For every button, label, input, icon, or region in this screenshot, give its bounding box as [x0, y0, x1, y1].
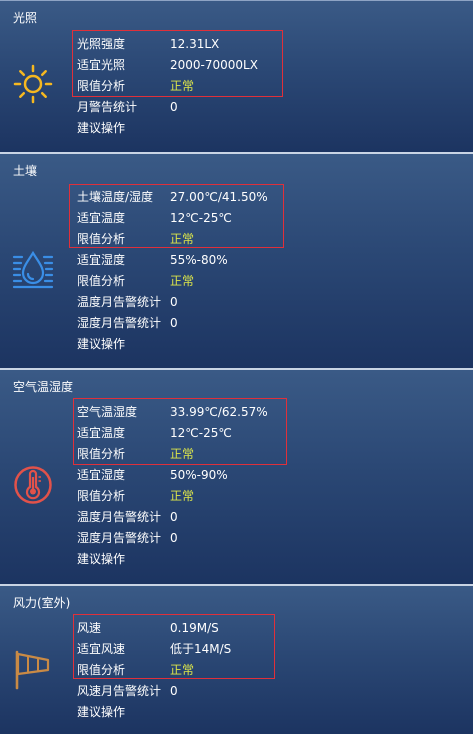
- row-label: 适宜光照: [77, 58, 126, 72]
- row-label: 风速: [77, 621, 102, 635]
- row-label: 限值分析: [77, 232, 126, 246]
- row-value: 0: [170, 684, 178, 698]
- row-label: 适宜湿度: [77, 253, 126, 267]
- row-suggested-action[interactable]: 建议操作: [77, 551, 170, 567]
- panel-title: 光照: [13, 11, 38, 25]
- row-label: 湿度月告警统计: [77, 531, 162, 545]
- row-label: 适宜风速: [77, 642, 126, 656]
- row-label: 光照强度: [77, 37, 126, 51]
- row-label: 风速月告警统计: [77, 684, 162, 698]
- row-label: 温度月告警统计: [77, 295, 162, 309]
- row-value: 低于14M/S: [170, 642, 232, 656]
- row-limit-analysis: 限值分析 正常: [77, 78, 194, 94]
- row-suggested-action[interactable]: 建议操作: [77, 120, 170, 136]
- light-panel: 光照 光照强度 12.31LX 适宜光照 2000-70000LX 限值分析 正常 月…: [0, 0, 473, 152]
- panel-title: 空气温湿度: [13, 380, 74, 394]
- row-wind-monthly-alerts: 风速月告警统计 0: [77, 683, 178, 699]
- row-suitable-temp: 适宜温度 12℃-25℃: [77, 425, 232, 441]
- row-temp-monthly-alerts: 温度月告警统计 0: [77, 294, 178, 310]
- row-suitable-humidity: 适宜湿度 50%-90%: [77, 467, 228, 483]
- row-value: 55%-80%: [170, 253, 228, 267]
- row-value: 12℃-25℃: [170, 211, 232, 225]
- panel-title: 土壤: [13, 164, 38, 178]
- row-humidity-monthly-alerts: 湿度月告警统计 0: [77, 315, 178, 331]
- row-soil-temp-humidity: 土壤温度/湿度 27.00℃/41.50%: [77, 189, 268, 205]
- row-value: 2000-70000LX: [170, 58, 258, 72]
- row-label: 建议操作: [77, 121, 126, 135]
- row-value: 33.99℃/62.57%: [170, 405, 268, 419]
- row-value: 0: [170, 295, 178, 309]
- row-label: 建议操作: [77, 552, 126, 566]
- soil-panel: 土壤 土壤温度/湿度 27.00℃/41.50% 适宜温度 12℃-25℃ 限值分析…: [0, 152, 473, 368]
- row-value: 50%-90%: [170, 468, 228, 482]
- row-air-temp-humidity: 空气温湿度 33.99℃/62.57%: [77, 404, 268, 420]
- row-label: 适宜温度: [77, 426, 126, 440]
- row-label: 限值分析: [77, 663, 126, 677]
- row-limit-analysis: 限值分析 正常: [77, 446, 194, 462]
- row-label: 温度月告警统计: [77, 510, 162, 524]
- row-value: 0: [170, 100, 178, 114]
- air-panel: 空气温湿度 空气温湿度 33.99℃/62.57% 适宜温度 12℃-25℃ 限值分…: [0, 368, 473, 584]
- row-label: 适宜温度: [77, 211, 126, 225]
- panel-title: 风力(室外): [13, 596, 71, 610]
- sun-icon: [12, 63, 54, 105]
- row-value: 12.31LX: [170, 37, 220, 51]
- status-normal: 正常: [170, 663, 195, 677]
- row-label: 空气温湿度: [77, 405, 138, 419]
- status-normal: 正常: [170, 447, 195, 461]
- row-temp-monthly-alerts: 温度月告警统计 0: [77, 509, 178, 525]
- row-value: 0: [170, 531, 178, 545]
- row-limit-analysis: 限值分析 正常: [77, 662, 194, 678]
- row-suggested-action[interactable]: 建议操作: [77, 704, 170, 720]
- windsock-icon: [12, 648, 54, 690]
- row-limit-analysis: 限值分析 正常: [77, 231, 194, 247]
- row-value: 0: [170, 510, 178, 524]
- status-normal: 正常: [170, 232, 195, 246]
- row-monthly-alerts: 月警告统计 0: [77, 99, 178, 115]
- row-label: 限值分析: [77, 274, 126, 288]
- row-suitable-temp: 适宜温度 12℃-25℃: [77, 210, 232, 226]
- row-label: 建议操作: [77, 337, 126, 351]
- thermometer-icon: [12, 464, 54, 506]
- row-value: 27.00℃/41.50%: [170, 190, 268, 204]
- row-value: 0: [170, 316, 178, 330]
- status-normal: 正常: [170, 489, 195, 503]
- row-limit-analysis: 限值分析 正常: [77, 488, 194, 504]
- row-limit-analysis: 限值分析 正常: [77, 273, 194, 289]
- row-label: 限值分析: [77, 79, 126, 93]
- row-value: 0.19M/S: [170, 621, 219, 635]
- row-humidity-monthly-alerts: 湿度月告警统计 0: [77, 530, 178, 546]
- row-label: 适宜湿度: [77, 468, 126, 482]
- row-wind-speed: 风速 0.19M/S: [77, 620, 219, 636]
- soil-moisture-icon: [12, 249, 54, 291]
- row-suitable-wind-speed: 适宜风速 低于14M/S: [77, 641, 231, 657]
- row-label: 土壤温度/湿度: [77, 190, 154, 204]
- row-label: 建议操作: [77, 705, 126, 719]
- row-label: 湿度月告警统计: [77, 316, 162, 330]
- row-light-intensity: 光照强度 12.31LX: [77, 36, 219, 52]
- row-suitable-humidity: 适宜湿度 55%-80%: [77, 252, 228, 268]
- row-suggested-action[interactable]: 建议操作: [77, 336, 170, 352]
- status-normal: 正常: [170, 79, 195, 93]
- row-value: 12℃-25℃: [170, 426, 232, 440]
- status-normal: 正常: [170, 274, 195, 288]
- row-label: 限值分析: [77, 489, 126, 503]
- wind-panel: 风力(室外) 风速 0.19M/S 适宜风速 低于14M/S 限值分析 正常 风速月告…: [0, 584, 473, 734]
- row-label: 限值分析: [77, 447, 126, 461]
- row-suitable-light: 适宜光照 2000-70000LX: [77, 57, 258, 73]
- row-label: 月警告统计: [77, 100, 138, 114]
